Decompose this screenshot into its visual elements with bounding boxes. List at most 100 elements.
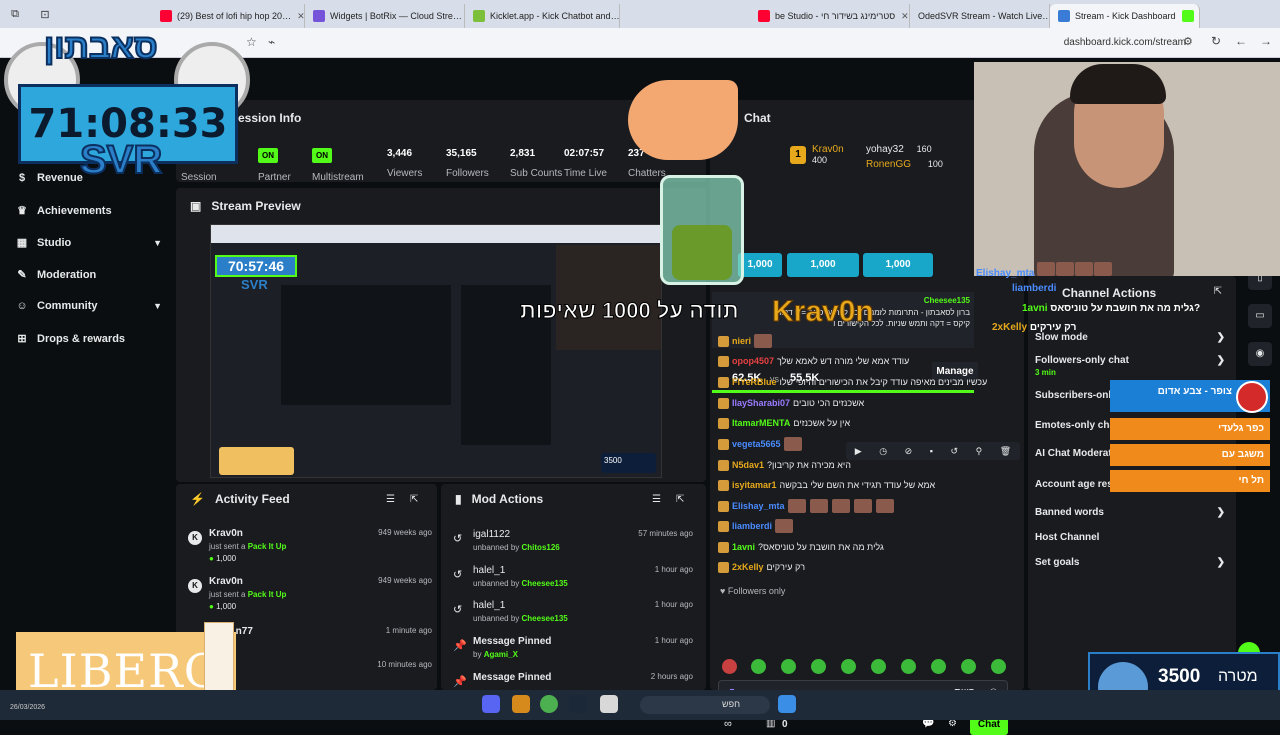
close-icon[interactable]: ✕ bbox=[291, 11, 305, 22]
activity-user[interactable]: Krav0n bbox=[209, 528, 243, 539]
forward-icon[interactable]: → bbox=[1260, 34, 1272, 48]
chat-user[interactable]: Elishay_mta bbox=[732, 501, 785, 511]
popout-icon[interactable]: ⇱ bbox=[410, 494, 418, 505]
mod-action-moderator[interactable]: Chitos126 bbox=[522, 543, 560, 552]
timeout-icon[interactable]: ◷ bbox=[879, 446, 887, 457]
chat-user[interactable]: opop4507 bbox=[732, 356, 774, 366]
chat-message: 1avniגלית מה את חושבת על טוניסאס? bbox=[718, 538, 1018, 556]
ban-icon[interactable]: ⊘ bbox=[905, 446, 913, 457]
chat-user[interactable]: liamberdi bbox=[732, 521, 772, 531]
emote-button[interactable] bbox=[961, 659, 976, 674]
tune-icon[interactable]: ⚙ bbox=[1183, 35, 1193, 48]
popout-icon[interactable]: ⇱ bbox=[676, 494, 684, 505]
stat-partner: ON Partner bbox=[258, 148, 291, 183]
pin-icon[interactable]: ⚲ bbox=[976, 446, 983, 457]
sidebar-item-moderation[interactable]: ✎ Moderation bbox=[16, 268, 162, 281]
chrome-icon[interactable] bbox=[540, 695, 558, 713]
trash-icon[interactable]: 🗑 bbox=[1000, 446, 1011, 457]
emote-button[interactable] bbox=[811, 659, 826, 674]
preview-video[interactable]: 70:57:46 SVR 3500 bbox=[210, 224, 662, 478]
leader-user: Krav0n bbox=[812, 144, 844, 155]
chat-user[interactable]: vegeta5665 bbox=[732, 439, 781, 449]
activity-time: 949 weeks ago bbox=[378, 528, 432, 537]
tab-kick-dashboard[interactable]: Stream - Kick Dashboard bbox=[1050, 4, 1200, 28]
activity-user[interactable]: Krav0n bbox=[209, 576, 243, 587]
kick-total-chip[interactable]: 1,000 bbox=[863, 253, 933, 277]
emote-icon bbox=[1037, 262, 1055, 276]
chat-viewer-count: 0 bbox=[782, 719, 788, 730]
url-field[interactable]: dashboard.kick.com/stream bbox=[1064, 37, 1186, 48]
chat-user[interactable]: FlYeRBlue bbox=[732, 377, 777, 387]
discord-icon[interactable] bbox=[482, 695, 500, 713]
action-label: Account age rest bbox=[1035, 479, 1116, 490]
chat-user[interactable]: 2xKelly bbox=[732, 562, 764, 572]
undo-icon[interactable]: ↺ bbox=[950, 446, 958, 457]
steam-icon[interactable] bbox=[569, 695, 587, 713]
emote-button[interactable] bbox=[841, 659, 856, 674]
rail-chat-icon[interactable]: ▭ bbox=[1248, 304, 1272, 328]
tab-kicklet[interactable]: Kicklet.app - Kick Chatbot and…✕ bbox=[465, 4, 620, 28]
action-set-goals[interactable]: Set goals❯ bbox=[1035, 557, 1225, 568]
emote-button[interactable] bbox=[991, 659, 1006, 674]
tab-odedsvr[interactable]: OdedSVR Stream - Watch Live… bbox=[910, 4, 1050, 28]
mod-action-verb: unbanned by bbox=[473, 543, 519, 552]
emote-button[interactable] bbox=[901, 659, 916, 674]
sidebar-item-drops[interactable]: ⊞ Drops & rewards bbox=[16, 332, 162, 345]
taskbar: 26/03/2026 חפש bbox=[0, 690, 1280, 720]
emote-button[interactable] bbox=[871, 659, 886, 674]
mod-action-moderator[interactable]: Agami_X bbox=[484, 650, 518, 659]
sidebar-item-studio[interactable]: ▦ Studio ▼ bbox=[16, 236, 162, 249]
close-icon[interactable]: ✕ bbox=[895, 11, 909, 22]
chat-user[interactable]: ItamarMENTA bbox=[732, 418, 790, 428]
leader-3[interactable]: RonenGG 100 bbox=[866, 159, 943, 170]
action-host-channel[interactable]: Host Channel bbox=[1035, 532, 1225, 543]
chat-badge-icon bbox=[718, 336, 729, 347]
trophy-icon: ♛ bbox=[16, 204, 28, 217]
emote-icon bbox=[754, 334, 772, 348]
rail-broadcast-icon[interactable]: ◉ bbox=[1248, 342, 1272, 366]
emote-button[interactable] bbox=[931, 659, 946, 674]
app-icon[interactable] bbox=[512, 695, 530, 713]
tab-label: OdedSVR Stream - Watch Live… bbox=[918, 11, 1050, 21]
tab-youtube-studio[interactable]: be Studio - סטרימינג בשידור חי✕ bbox=[750, 4, 910, 28]
chat-user[interactable]: 1avni bbox=[732, 542, 755, 552]
play-icon[interactable]: ▶ bbox=[855, 446, 862, 457]
chat-user[interactable]: N5dav1 bbox=[732, 460, 764, 470]
reload-icon[interactable]: ↻ bbox=[1211, 34, 1221, 48]
emote-button[interactable] bbox=[722, 659, 737, 674]
extension-icon[interactable]: ⌁ bbox=[268, 35, 275, 49]
mod-action-time: 57 minutes ago bbox=[638, 529, 693, 538]
tab-botrix[interactable]: Widgets | BotRix — Cloud Stre…✕ bbox=[305, 4, 465, 28]
kick-total-chip[interactable]: 1,000 bbox=[787, 253, 859, 277]
mod-action-user[interactable]: Message Pinned bbox=[473, 636, 551, 647]
windows-start-icon[interactable] bbox=[778, 695, 796, 713]
delete-message-icon[interactable]: ▪ bbox=[930, 446, 933, 456]
mod-action-moderator[interactable]: Cheesee135 bbox=[522, 579, 568, 588]
chat-user[interactable]: isyitamar1 bbox=[732, 480, 777, 490]
emote-button[interactable] bbox=[781, 659, 796, 674]
filter-icon[interactable]: ☰ bbox=[386, 494, 395, 505]
back-icon[interactable]: ← bbox=[1235, 34, 1247, 48]
explorer-icon[interactable] bbox=[600, 695, 618, 713]
mod-action-user[interactable]: halel_1 bbox=[473, 565, 505, 576]
filter-icon[interactable]: ☰ bbox=[652, 494, 661, 505]
mod-action-user[interactable]: halel_1 bbox=[473, 600, 505, 611]
sidebar-item-achievements[interactable]: ♛ Achievements bbox=[16, 204, 162, 217]
action-followers-only[interactable]: Followers-only chat3 min❯ bbox=[1035, 355, 1225, 377]
taskbar-search[interactable]: חפש bbox=[640, 696, 770, 714]
chat-user[interactable]: nieri bbox=[732, 336, 751, 346]
sidebar-item-community[interactable]: ☺ Community ▼ bbox=[16, 300, 162, 312]
action-banned-words[interactable]: Banned words❯ bbox=[1035, 507, 1225, 518]
undo-icon: ↺ bbox=[453, 532, 462, 545]
mod-action-user[interactable]: igal1122 bbox=[473, 529, 510, 540]
mod-action-moderator[interactable]: Cheesee135 bbox=[522, 614, 568, 623]
mod-action-user[interactable]: Message Pinned bbox=[473, 672, 551, 683]
leader-2[interactable]: yohay32 160 bbox=[866, 144, 932, 155]
emote-button[interactable] bbox=[751, 659, 766, 674]
kick-total-chip[interactable]: 1,000 bbox=[738, 253, 782, 277]
action-slow-mode[interactable]: Slow mode❯ bbox=[1035, 332, 1225, 343]
leader-1[interactable]: Krav0n 400 bbox=[812, 144, 844, 165]
popout-icon[interactable]: ⇱ bbox=[1214, 286, 1222, 297]
chat-text: גלית מה את חושבת על טוניסאס? bbox=[758, 542, 884, 552]
chat-user[interactable]: IlaySharabi07 bbox=[732, 398, 790, 408]
